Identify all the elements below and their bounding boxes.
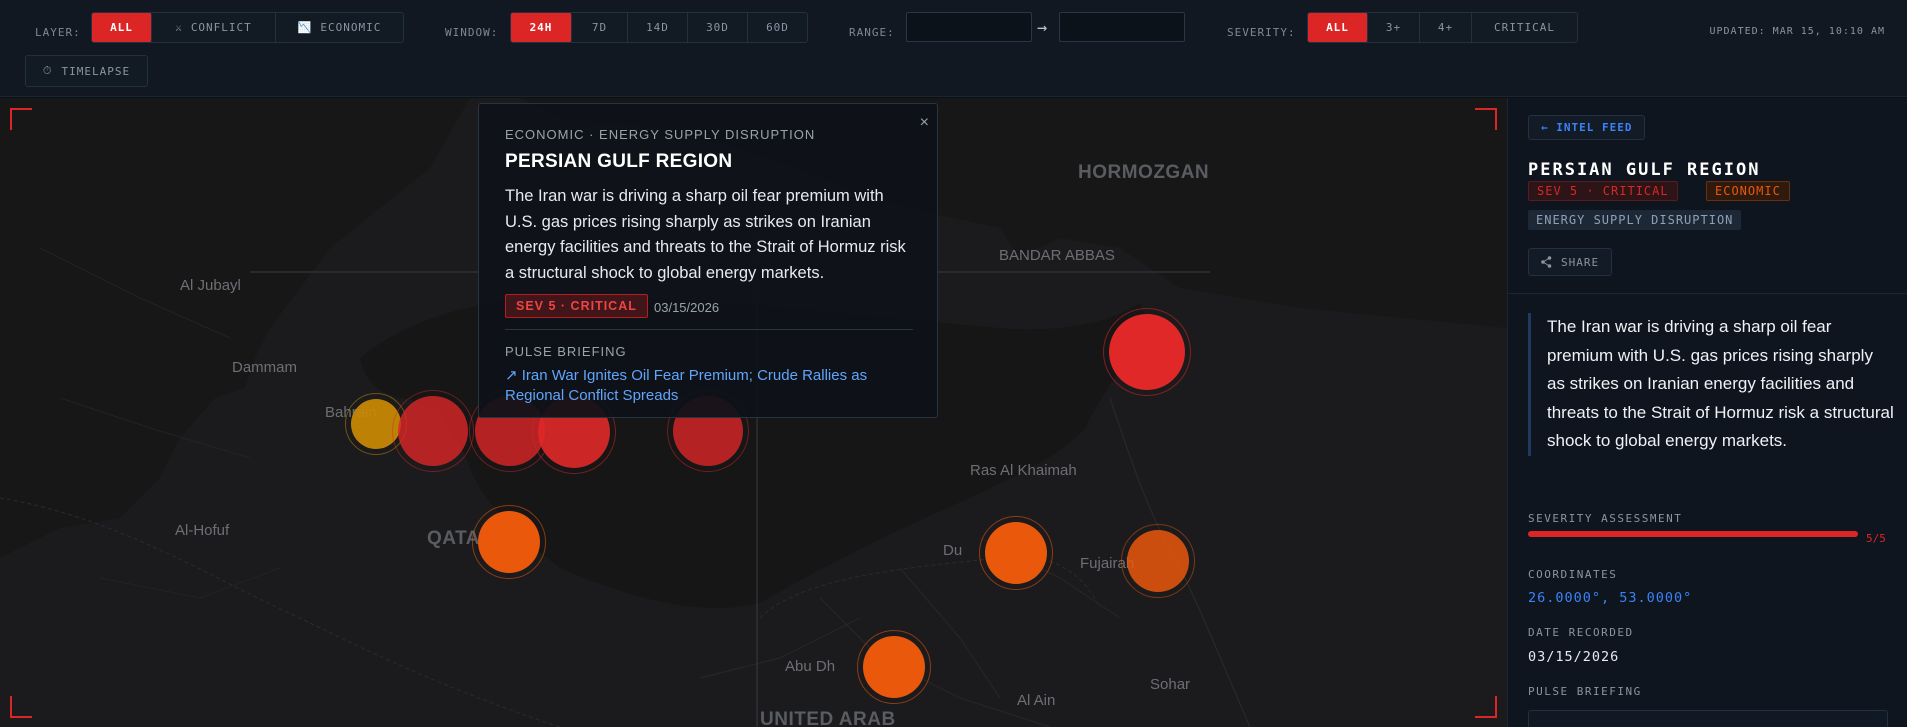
- corner-bracket: [10, 108, 32, 130]
- panel-header: ← INTEL FEED PERSIAN GULF REGION SEV 5 ·…: [1508, 98, 1907, 294]
- layer-filter-group: ALL ⚔ CONFLICT 📉 ECONOMIC: [91, 12, 404, 43]
- pulse-briefing-link[interactable]: ↗ Iran War Ignites Oil Fear Premium; Cru…: [505, 366, 915, 406]
- window-24h-button[interactable]: 24H: [511, 13, 572, 42]
- event-marker-severity-5[interactable]: [1103, 308, 1191, 396]
- popup-category: ECONOMIC · ENERGY SUPPLY DISRUPTION: [505, 127, 816, 142]
- severity-filter-group: ALL 3+ 4+ CRITICAL: [1307, 12, 1578, 43]
- share-icon: [1541, 256, 1552, 268]
- share-button[interactable]: SHARE: [1528, 248, 1613, 276]
- popup-title: PERSIAN GULF REGION: [505, 151, 733, 172]
- severity-tag: SEV 5 · CRITICAL: [1528, 181, 1678, 201]
- last-updated-timestamp: UPDATED: MAR 15, 10:10 AM: [1709, 26, 1885, 37]
- window-7d-button[interactable]: 7D: [572, 13, 628, 42]
- window-label: WINDOW:: [445, 26, 499, 39]
- range-label: RANGE:: [849, 26, 895, 39]
- event-marker-severity-5[interactable]: [392, 390, 474, 472]
- city-label: Al-Hofuf: [175, 522, 230, 539]
- date-recorded-label: DATE RECORDED: [1528, 626, 1634, 639]
- event-marker-severity-4[interactable]: [1121, 524, 1195, 598]
- layer-economic-button[interactable]: 📉 ECONOMIC: [276, 13, 403, 42]
- severity-badge: SEV 5 · CRITICAL: [505, 294, 648, 318]
- severity-assessment-label: SEVERITY ASSESSMENT: [1528, 512, 1683, 525]
- date-recorded-value: 03/15/2026: [1528, 649, 1620, 665]
- intel-detail-panel: ← INTEL FEED PERSIAN GULF REGION SEV 5 ·…: [1507, 98, 1907, 727]
- city-label: BANDAR ABBAS: [999, 247, 1115, 264]
- close-icon[interactable]: ×: [920, 114, 929, 132]
- chart-icon: 📉: [297, 21, 313, 34]
- pulse-briefing-label: PULSE BRIEFING: [505, 344, 627, 359]
- layer-conflict-button[interactable]: ⚔ CONFLICT: [152, 13, 276, 42]
- coordinates-label: COORDINATES: [1528, 568, 1618, 581]
- event-marker-severity-4[interactable]: [472, 505, 546, 579]
- window-60d-button[interactable]: 60D: [748, 13, 807, 42]
- severity-3plus-button[interactable]: 3+: [1368, 13, 1420, 42]
- severity-bar-fill: [1528, 531, 1858, 537]
- panel-description: The Iran war is driving a sharp oil fear…: [1528, 313, 1894, 456]
- city-label: Sohar: [1150, 676, 1191, 693]
- corner-bracket: [10, 696, 32, 718]
- corner-bracket: [1475, 108, 1497, 130]
- range-end-input[interactable]: [1059, 12, 1185, 42]
- city-label: Al Jubayl: [180, 277, 241, 294]
- severity-label: SEVERITY:: [1227, 26, 1296, 39]
- event-popup: × ECONOMIC · ENERGY SUPPLY DISRUPTION PE…: [478, 103, 938, 418]
- region-label: UNITED ARAB: [760, 709, 896, 727]
- pulse-briefing-label: PULSE BRIEFING: [1528, 685, 1642, 698]
- back-to-intel-feed-button[interactable]: ← INTEL FEED: [1528, 115, 1646, 140]
- region-label: HORMOZGAN: [1078, 162, 1210, 183]
- window-30d-button[interactable]: 30D: [688, 13, 748, 42]
- range-arrow-icon: →: [1037, 18, 1048, 38]
- layer-all-button[interactable]: ALL: [92, 13, 152, 42]
- range-start-input[interactable]: [906, 12, 1032, 42]
- event-marker-severity-4[interactable]: [857, 630, 931, 704]
- layer-label: LAYER:: [35, 26, 81, 39]
- severity-score: 5/5: [1866, 532, 1886, 545]
- timelapse-button[interactable]: ⏱ TIMELAPSE: [25, 55, 148, 87]
- city-label: Abu Dh: [785, 658, 836, 675]
- severity-bar: [1528, 531, 1858, 537]
- panel-title: PERSIAN GULF REGION: [1528, 160, 1761, 180]
- window-14d-button[interactable]: 14D: [628, 13, 688, 42]
- divider: [505, 329, 913, 330]
- city-label: Du: [943, 542, 963, 559]
- stopwatch-icon: ⏱: [42, 64, 53, 77]
- city-label: Al Ain: [1017, 692, 1056, 709]
- window-filter-group: 24H 7D 14D 30D 60D: [510, 12, 808, 43]
- city-label: Dammam: [232, 359, 298, 376]
- crossed-swords-icon: ⚔: [175, 21, 183, 34]
- severity-all-button[interactable]: ALL: [1308, 13, 1368, 42]
- pulse-briefing-card[interactable]: [1528, 710, 1888, 727]
- event-marker-severity-4[interactable]: [979, 516, 1053, 590]
- layer-tag: ECONOMIC: [1706, 181, 1790, 201]
- coordinates-value: 26.0000°, 53.0000°: [1528, 590, 1693, 606]
- popup-date: 03/15/2026: [654, 300, 720, 315]
- severity-critical-button[interactable]: CRITICAL: [1472, 13, 1577, 42]
- city-label: Ras Al Khaimah: [970, 462, 1077, 479]
- category-tag: ENERGY SUPPLY DISRUPTION: [1528, 210, 1742, 230]
- severity-4plus-button[interactable]: 4+: [1420, 13, 1472, 42]
- popup-description: The Iran war is driving a sharp oil fear…: [505, 187, 906, 282]
- top-toolbar: LAYER: ALL ⚔ CONFLICT 📉 ECONOMIC WINDOW: 2…: [0, 0, 1907, 97]
- corner-bracket: [1475, 696, 1497, 718]
